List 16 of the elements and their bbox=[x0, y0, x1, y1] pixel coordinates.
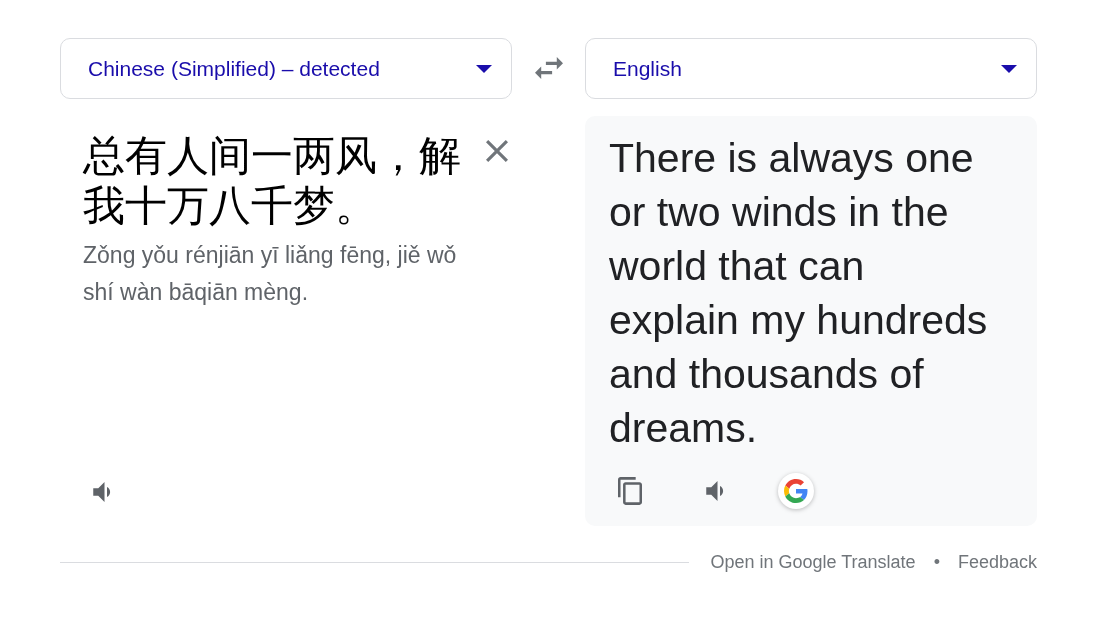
target-language-dropdown[interactable]: English bbox=[585, 38, 1037, 99]
copy-icon[interactable] bbox=[618, 477, 642, 505]
swap-icon[interactable] bbox=[534, 57, 563, 79]
feedback-link[interactable]: Feedback bbox=[957, 549, 1037, 576]
close-icon[interactable] bbox=[486, 140, 508, 162]
google-logo-icon[interactable] bbox=[777, 472, 815, 510]
translation-text: There is always one or two winds in the world that can explain my hundreds and thousands of dreams. bbox=[609, 134, 989, 453]
open-in-google-translate-link[interactable]: Open in Google Translate bbox=[710, 549, 916, 576]
speaker-icon[interactable] bbox=[92, 482, 112, 502]
romanization-text: Zǒng yǒu rénjiān yī liǎng fēng, jiě wǒ shí wàn bāqiān mèng. bbox=[83, 241, 458, 307]
source-language-dropdown[interactable]: Chinese (Simplified) – detected bbox=[60, 38, 512, 99]
caret-icon bbox=[1001, 64, 1017, 73]
separator-dot: • bbox=[933, 551, 940, 574]
speaker-icon[interactable] bbox=[705, 481, 725, 501]
source-text[interactable]: 总有人间一两风，解我十万八千梦。 bbox=[83, 131, 483, 231]
caret-icon bbox=[476, 64, 492, 73]
